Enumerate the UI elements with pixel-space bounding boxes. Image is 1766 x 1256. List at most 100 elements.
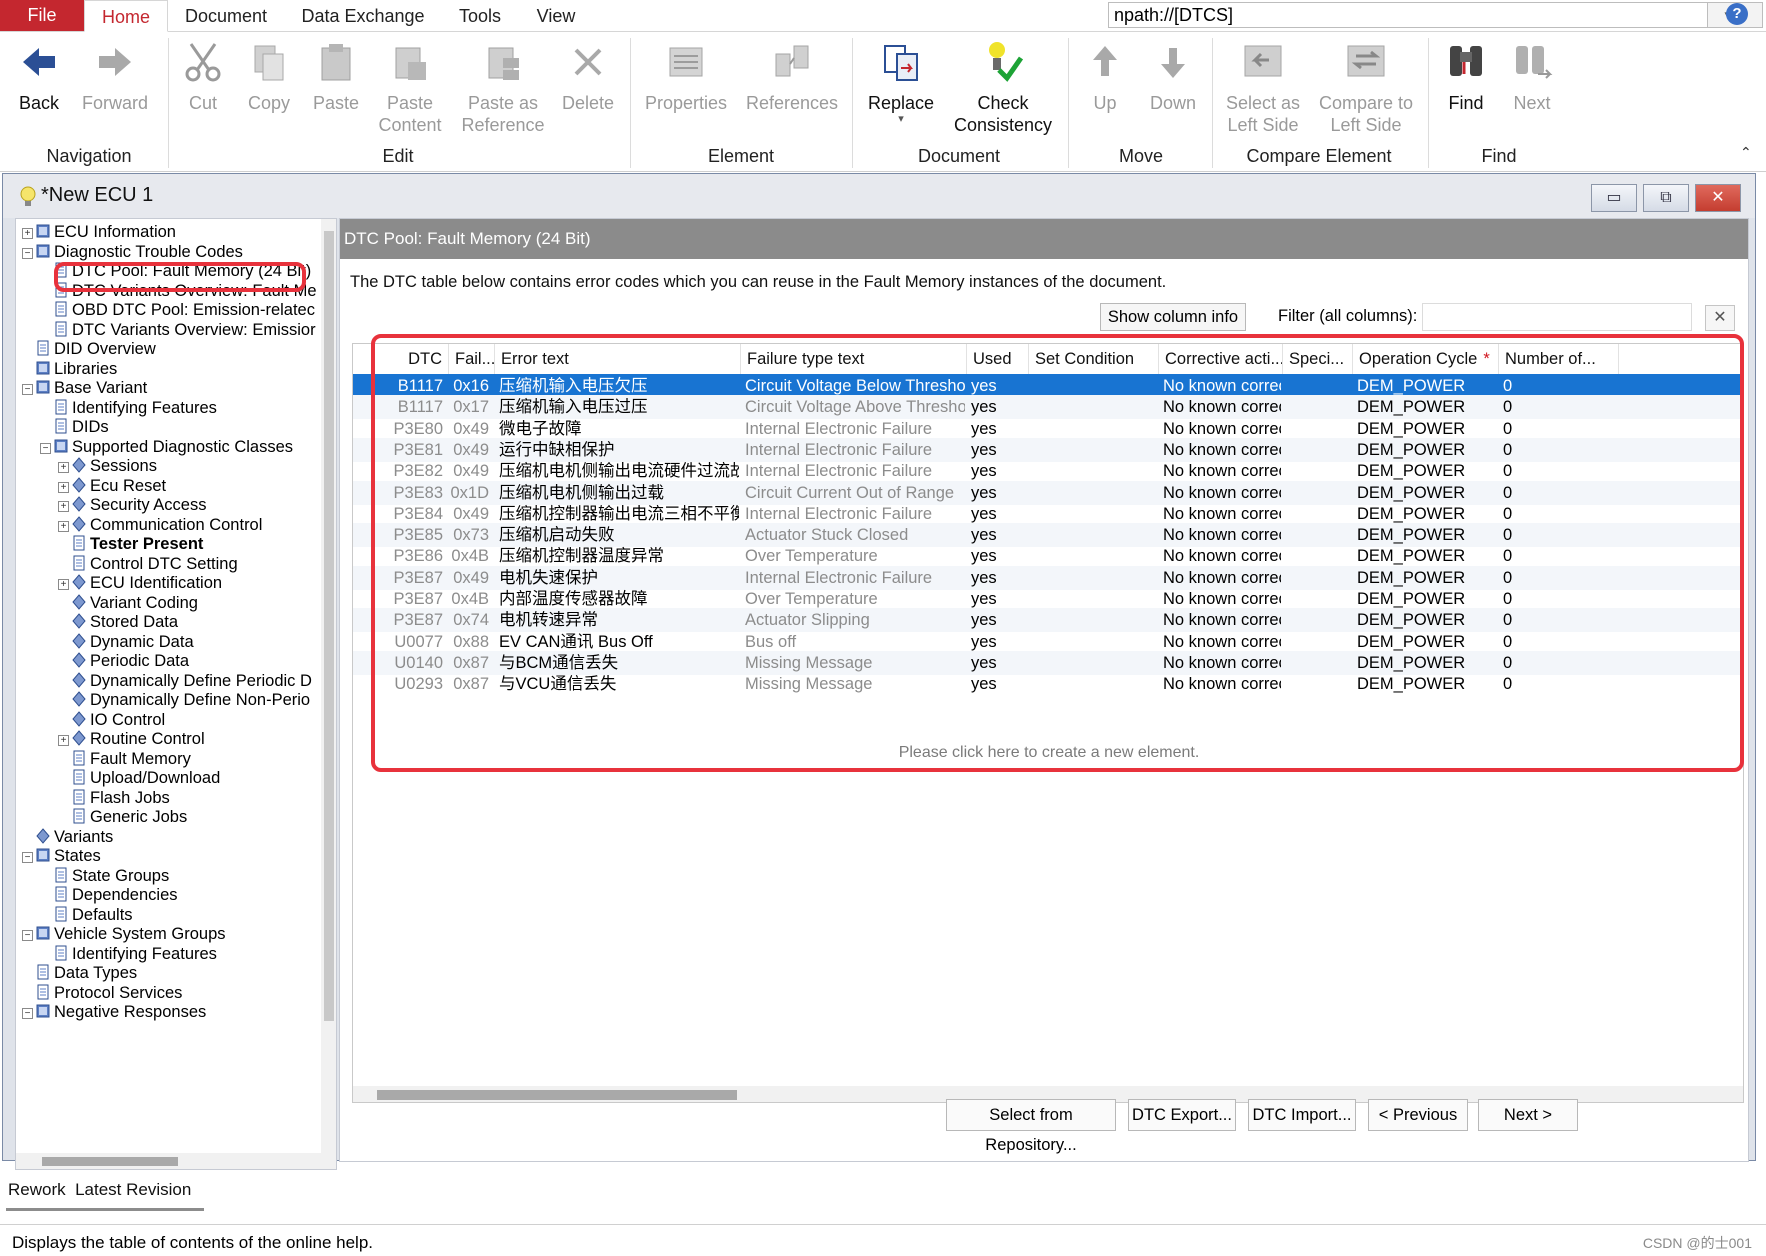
clear-filter-icon[interactable]: ✕ [1705,305,1735,331]
tab-latest-revision[interactable]: Latest Revision [75,1180,191,1199]
collapse-ribbon-icon[interactable]: ⌃ [1740,144,1752,161]
ribbon-separator [630,38,631,168]
find-next-button[interactable]: Next [1506,40,1558,114]
back-label: Back [18,93,60,113]
find-button[interactable]: Find [1440,40,1492,114]
paste-ref-label-2: Reference [461,115,545,135]
select-from-repository-button[interactable]: Select from Repository... [946,1099,1116,1154]
properties-icon [669,47,703,77]
copy-button[interactable]: Copy [242,40,296,114]
previous-button[interactable]: < Previous [1368,1099,1468,1131]
binoculars-next-icon [1516,46,1553,79]
tree-node-icon [54,321,72,339]
forward-button[interactable]: Forward [76,40,154,114]
expand-toggle-icon[interactable]: − [22,1008,33,1019]
navigation-tree: + ECU Information − Diagnostic Trouble Code… [15,218,337,1170]
replace-button[interactable]: Replace ▾ [862,40,940,125]
check-label-1: Check [977,93,1029,113]
tree-node-icon [36,827,54,846]
tree-node-icon [36,223,54,241]
expand-toggle-icon[interactable]: − [22,852,33,863]
window-title-bar: *New ECU 1 ▭ ⧉ ✕ [3,174,1755,218]
properties-button[interactable]: Properties [642,40,730,114]
npath-address-field[interactable]: npath://[DTCS] ▾ ⇄ [1108,2,1763,28]
tree-item-label: Control DTC Setting [90,554,238,573]
down-button[interactable]: Down [1144,40,1202,114]
tab-home[interactable]: Home [84,0,168,32]
tree-node-icon [72,750,90,768]
maximize-button[interactable]: ⧉ [1643,184,1689,212]
tree-node-icon [72,613,90,631]
tab-rework[interactable]: Rework [8,1180,66,1199]
expand-toggle-icon[interactable]: + [58,481,69,493]
tree-item-label: DID Overview [54,340,156,358]
scrollbar-thumb[interactable] [324,231,334,1021]
up-label: Up [1093,93,1117,113]
paste-as-reference-button[interactable]: Paste as Reference [458,40,548,136]
scrollbar-thumb[interactable] [42,1157,178,1166]
expand-toggle-icon[interactable]: + [58,735,69,746]
references-button[interactable]: References [744,40,840,114]
scrollbar-thumb[interactable] [377,1090,737,1100]
expand-toggle-icon[interactable]: − [40,442,51,454]
check-consistency-button[interactable]: Check Consistency [950,40,1056,136]
close-button[interactable]: ✕ [1695,184,1741,212]
panel-header: DTC Pool: Fault Memory (24 Bit) [340,219,1748,259]
paste-ref-label-1: Paste as [467,93,539,113]
file-menu[interactable]: File [0,0,84,31]
expand-toggle-icon[interactable]: − [22,930,33,941]
replace-dropdown-arrow[interactable]: ▾ [862,114,940,125]
delete-button[interactable]: Delete [558,40,618,114]
watermark: CSDN @的士001 [1642,1235,1752,1251]
dtc-export-button[interactable]: DTC Export... [1128,1099,1236,1131]
compare-to-left-side-button[interactable]: Compare to Left Side [1316,40,1416,136]
tree-item-label: Identifying Features [72,398,217,417]
compare-left-icon [1347,45,1385,77]
expand-toggle-icon[interactable]: + [58,501,69,512]
minimize-button[interactable]: ▭ [1591,184,1637,212]
paste-content-button[interactable]: Paste Content [372,40,448,136]
expand-toggle-icon[interactable]: − [22,247,33,259]
back-button[interactable]: Back [14,40,64,114]
tab-data-exchange[interactable]: Data Exchange [288,0,438,32]
expand-toggle-icon[interactable]: + [58,462,69,473]
tree-item-label: Defaults [72,905,133,924]
ribbon-separator [1068,38,1069,168]
dtc-import-button[interactable]: DTC Import... [1248,1099,1356,1131]
expand-toggle-icon[interactable]: + [58,579,69,590]
cut-button[interactable]: Cut [178,40,228,114]
tree-item-label: Dynamically Define Non-Perio [90,691,311,709]
select-as-left-side-button[interactable]: Select as Left Side [1222,40,1304,136]
tree-item-label: Supported Diagnostic Classes [72,437,294,456]
up-button[interactable]: Up [1080,40,1130,114]
tree-item-label: Upload/Download [90,769,221,787]
tree-node-icon [36,984,54,1002]
group-element-label: Element [707,146,775,166]
ribbon-separator [1428,38,1429,168]
status-text: Displays the table of contents of the on… [12,1233,374,1252]
group-navigation-label: Navigation [46,146,132,166]
tree-item-label: Base Variant [54,379,148,397]
paste-button[interactable]: Paste [308,40,364,114]
show-column-info-button[interactable]: Show column info [1100,303,1246,331]
tab-document[interactable]: Document [176,0,276,32]
filter-input[interactable] [1422,303,1692,331]
paste-content-label-1: Paste [386,93,434,113]
tree-node-icon [54,399,72,417]
tree-item-label: Fault Memory [90,749,191,768]
tree-item-label: DIDs [72,418,109,436]
tab-tools[interactable]: Tools [448,0,512,32]
tree-item-label: State Groups [72,866,170,885]
tab-view[interactable]: View [524,0,588,32]
down-label: Down [1149,93,1197,113]
next-button[interactable]: Next > [1478,1099,1578,1131]
tree-horizontal-scrollbar[interactable] [16,1153,321,1169]
help-icon[interactable]: ? [1726,3,1748,25]
expand-toggle-icon[interactable]: + [22,228,33,239]
annotation-highlight-table [371,334,1744,772]
tree-node-icon [36,964,54,982]
tree-vertical-scrollbar[interactable] [321,219,336,1169]
tree-item[interactable]: − Negative Responses [22,1001,206,1023]
expand-toggle-icon[interactable]: − [22,384,33,395]
expand-toggle-icon[interactable]: + [58,520,69,532]
